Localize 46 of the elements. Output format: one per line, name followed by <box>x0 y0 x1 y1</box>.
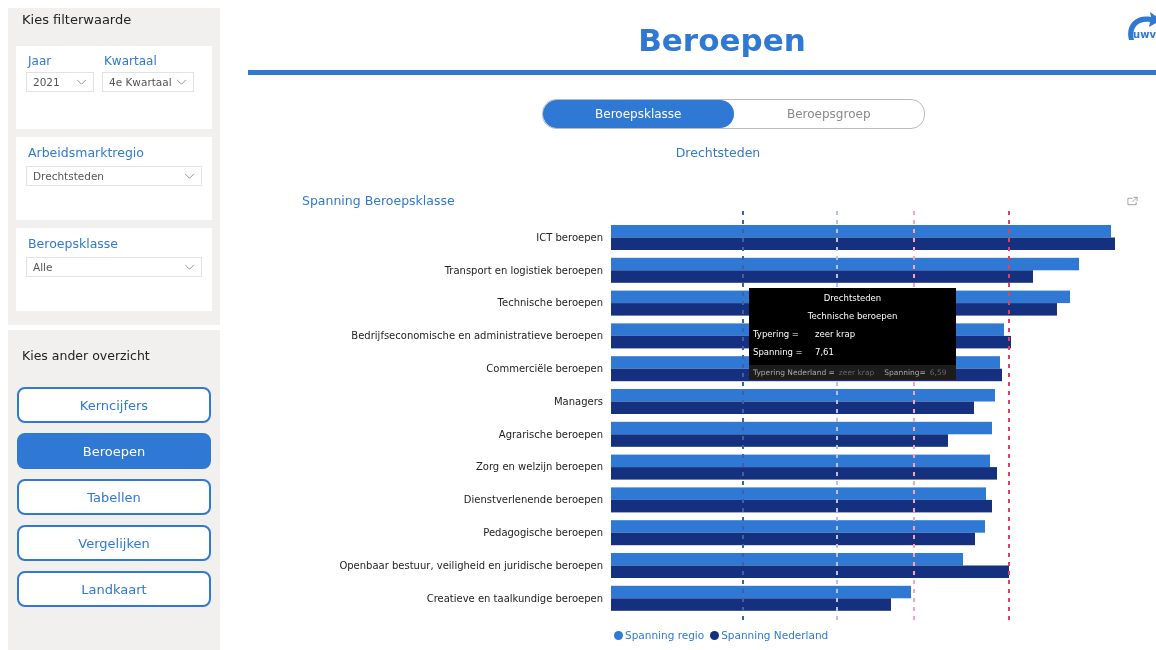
nav-button[interactable]: Beroepen <box>17 433 211 469</box>
legend-label: Spanning Nederland <box>721 629 829 641</box>
region-name: Drechtsteden <box>674 145 762 160</box>
category-label: ICT beroepen <box>536 231 603 243</box>
tooltip-subtitle: Technische beroepen <box>806 311 899 321</box>
chevron-icon <box>184 172 195 180</box>
chevron-icon <box>76 78 87 86</box>
page-title: Beroepen <box>638 22 806 58</box>
tooltip-label: Typering = <box>753 329 800 339</box>
toggle-tab[interactable]: Beroepsgroep <box>733 100 924 128</box>
chevron-icon <box>184 263 195 271</box>
toggle-tab[interactable]: Beroepsklasse <box>543 100 734 128</box>
nav-button[interactable]: Landkaart <box>17 571 211 607</box>
category-label: Commerciële beroepen <box>486 363 603 375</box>
dropdown[interactable]: Drechtsteden <box>26 166 202 186</box>
filter-label: Kwartaal <box>104 54 158 68</box>
chevron-icon <box>176 78 187 86</box>
dropdown[interactable]: Alle <box>26 257 202 277</box>
dropdown[interactable]: 2021 <box>26 72 94 92</box>
category-label: Creatieve en taalkundige beroepen <box>426 592 603 604</box>
category-label: Zorg en welzijn beroepen <box>475 461 603 473</box>
chart-title: Spanning Beroepsklasse <box>302 193 455 208</box>
category-label: Technische beroepen <box>497 297 603 309</box>
category-label: Bedrijfseconomische en administratieve beroepen <box>351 330 603 342</box>
nav-button[interactable]: Tabellen <box>17 479 211 515</box>
filter-label: Arbeidsmarktregio <box>28 145 145 160</box>
panel-title: Kies filterwaarde <box>21 11 133 29</box>
tooltip-title: Drechtsteden <box>822 293 883 303</box>
filter-label: Beroepsklasse <box>28 236 119 251</box>
filter-label: Jaar <box>28 54 53 68</box>
category-label: Openbaar bestuur, veiligheid en juridische beroepen <box>339 559 603 571</box>
expand-icon[interactable] <box>1127 195 1138 206</box>
panel-title: Kies ander overzicht <box>22 348 151 363</box>
nav-button[interactable]: Kerncijfers <box>17 387 211 423</box>
tooltip-value: zeer krap <box>815 329 856 339</box>
category-label: Pedagogische beroepen <box>483 527 603 539</box>
logo-text: uwv <box>1133 29 1156 40</box>
nav-button[interactable]: Vergelijken <box>17 525 211 561</box>
category-label: Transport en logistiek beroepen <box>444 264 603 276</box>
legend-label: Spanning regio <box>625 629 705 641</box>
dropdown[interactable]: 4e Kwartaal <box>102 72 194 92</box>
category-label: Agrarische beroepen <box>498 428 603 440</box>
category-label: Dienstverlenende beroepen <box>463 494 603 506</box>
category-label: Managers <box>553 395 603 407</box>
tooltip-value: 7,61 <box>815 347 834 357</box>
tooltip-label: Spanning = <box>753 347 804 357</box>
